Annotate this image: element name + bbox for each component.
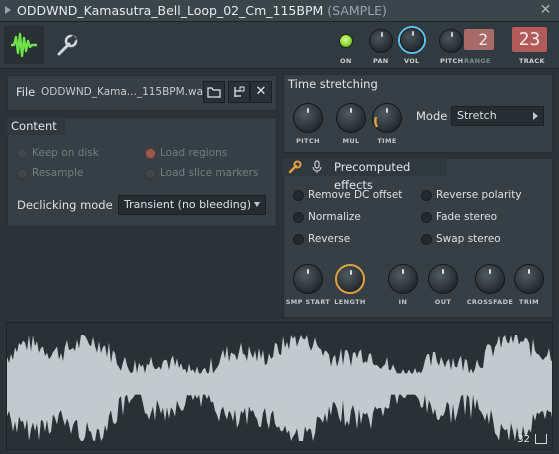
- ts-mul-knob[interactable]: [336, 103, 366, 133]
- smp-start-label: SMP START: [285, 298, 331, 306]
- resample-radio[interactable]: [17, 168, 28, 179]
- normalize-label: Normalize: [308, 211, 361, 223]
- resample-label: Resample: [32, 167, 84, 179]
- toolbar: ON PAN VOL PITCH 2 RANGE 23 TRACK: [0, 22, 559, 69]
- waveform-view[interactable]: 32: [6, 322, 553, 450]
- pitch-label: PITCH: [440, 57, 464, 65]
- fade-stereo-radio[interactable]: [421, 212, 432, 223]
- tab-settings[interactable]: [50, 28, 84, 62]
- folder-icon: [207, 87, 221, 98]
- track-label: TRACK: [519, 57, 545, 65]
- microphone-icon[interactable]: [312, 160, 322, 174]
- reverse-polarity-radio[interactable]: [421, 190, 432, 201]
- mode-value: Stretch: [457, 109, 497, 122]
- ts-time-label: TIME: [377, 137, 397, 145]
- ts-time-knob[interactable]: [372, 103, 402, 133]
- declicking-mode-select[interactable]: Transient (no bleeding): [118, 195, 266, 215]
- keep-on-disk-label: Keep on disk: [32, 147, 99, 159]
- pan-label: PAN: [373, 57, 389, 65]
- close-icon[interactable]: ✕: [538, 3, 553, 18]
- ts-mul-label: MUL: [342, 137, 360, 145]
- pan-knob[interactable]: [369, 29, 393, 53]
- waveform-graphic: [7, 335, 552, 441]
- fade-stereo-label: Fade stereo: [436, 211, 497, 223]
- window-menu-icon[interactable]: [5, 6, 11, 14]
- time-knob-arc: [374, 116, 379, 128]
- declicking-mode-label: Declicking mode: [17, 198, 113, 212]
- in-knob[interactable]: [388, 264, 418, 294]
- declicking-mode-value: Transient (no bleeding): [124, 198, 252, 211]
- out-label: OUT: [434, 298, 452, 306]
- chevron-down-icon: [254, 202, 260, 207]
- load-regions-label: Load regions: [160, 147, 228, 159]
- smp-start-knob[interactable]: [293, 264, 323, 294]
- chevron-right-icon: [533, 112, 538, 120]
- reverse-radio[interactable]: [293, 234, 304, 245]
- remove-dc-offset-label: Remove DC offset: [308, 189, 403, 201]
- out-knob[interactable]: [428, 264, 458, 294]
- locate-file-button[interactable]: [228, 81, 250, 103]
- swap-stereo-label: Swap stereo: [436, 233, 501, 245]
- wrench-icon: [57, 34, 78, 56]
- open-folder-button[interactable]: [203, 81, 225, 103]
- on-label: ON: [340, 57, 352, 65]
- time-stretching-title: Time stretching: [288, 77, 378, 91]
- ts-pitch-label: PITCH: [296, 137, 320, 145]
- mode-select[interactable]: Stretch: [451, 106, 544, 126]
- length-label: LENGTH: [334, 298, 366, 306]
- range-label: RANGE: [464, 57, 491, 65]
- zoom-value: 32: [517, 434, 530, 445]
- file-name: ODDWND_Kama..._115BPM.wav: [41, 86, 210, 98]
- trim-knob[interactable]: [514, 264, 544, 294]
- tab-sample[interactable]: [4, 26, 44, 64]
- track-display[interactable]: 23: [512, 27, 547, 52]
- waveform-tab-icon: [11, 32, 37, 58]
- swap-stereo-radio[interactable]: [421, 234, 432, 245]
- ts-pitch-knob[interactable]: [293, 103, 323, 133]
- length-knob[interactable]: [335, 264, 365, 294]
- reverse-label: Reverse: [308, 233, 351, 245]
- remove-dc-offset-radio[interactable]: [293, 190, 304, 201]
- wrench-icon[interactable]: [288, 160, 302, 174]
- clear-file-button[interactable]: ✕: [250, 81, 272, 103]
- zoom-icon[interactable]: [535, 434, 547, 444]
- vol-label: VOL: [404, 57, 420, 65]
- load-regions-radio[interactable]: [145, 148, 156, 159]
- crossfade-knob[interactable]: [475, 264, 505, 294]
- tree-icon: [234, 86, 245, 97]
- crossfade-label: CROSSFADE: [466, 298, 514, 306]
- precomputed-header: Precomputed effects: [283, 158, 447, 192]
- in-label: IN: [398, 298, 408, 306]
- keep-on-disk-radio[interactable]: [17, 148, 28, 159]
- pitch-knob[interactable]: [439, 29, 463, 53]
- range-display[interactable]: 2: [464, 29, 494, 50]
- reverse-polarity-label: Reverse polarity: [436, 189, 522, 201]
- normalize-radio[interactable]: [293, 212, 304, 223]
- window-title: ODDWND_Kamasutra_Bell_Loop_02_Cm_115BPM …: [17, 3, 387, 18]
- file-label: File: [16, 85, 36, 99]
- content-title: Content: [7, 117, 65, 135]
- load-slice-markers-label: Load slice markers: [160, 167, 259, 179]
- mode-label: Mode: [416, 109, 448, 123]
- load-slice-markers-radio[interactable]: [145, 168, 156, 179]
- vol-knob[interactable]: [400, 28, 424, 52]
- trim-label: TRIM: [519, 298, 539, 306]
- on-led-toggle[interactable]: [339, 34, 353, 48]
- waveform-shape: [7, 335, 552, 441]
- close-icon: ✕: [255, 84, 267, 99]
- title-bar: ODDWND_Kamasutra_Bell_Loop_02_Cm_115BPM …: [0, 0, 559, 22]
